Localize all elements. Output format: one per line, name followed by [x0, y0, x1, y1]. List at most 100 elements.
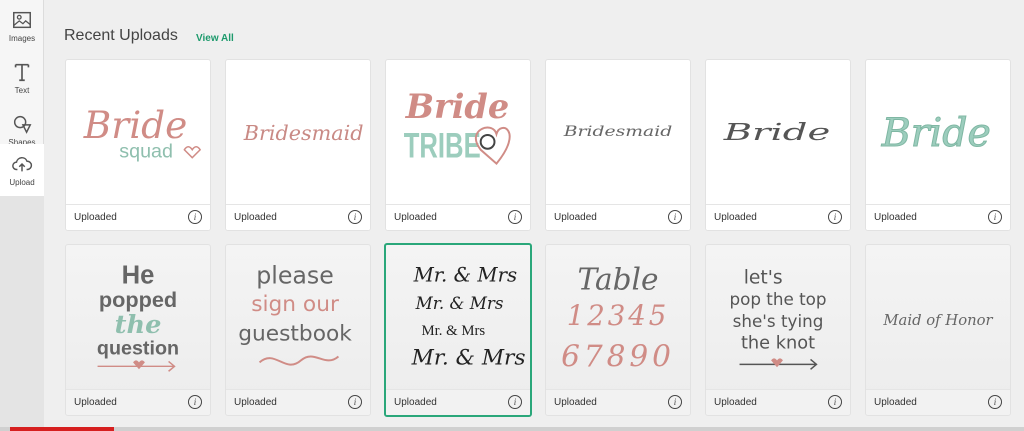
- art-text: Maid of Honor: [882, 312, 993, 329]
- status-label: Uploaded: [874, 397, 917, 408]
- upload-card[interactable]: Bride Uploaded i: [705, 59, 851, 231]
- sidebar-item-images[interactable]: Images: [0, 0, 44, 52]
- status-label: Uploaded: [714, 212, 757, 223]
- upload-thumbnail: Table 12345 67890: [546, 245, 690, 390]
- art-text: Bridesmaid: [562, 124, 672, 140]
- status-label: Uploaded: [874, 212, 917, 223]
- status-label: Uploaded: [74, 212, 117, 223]
- image-icon: [13, 11, 31, 29]
- sidebar-item-label: Images: [8, 34, 36, 43]
- status-label: Uploaded: [554, 397, 597, 408]
- info-icon[interactable]: i: [988, 395, 1002, 409]
- uploads-panel: Recent Uploads View All Bride squad Uplo…: [44, 0, 1024, 431]
- art-text: 67890: [561, 339, 675, 373]
- info-icon[interactable]: i: [188, 210, 202, 224]
- upload-card[interactable]: let's pop the top she's tying the knot U…: [705, 244, 851, 416]
- info-icon[interactable]: i: [188, 395, 202, 409]
- art-text: please: [256, 261, 334, 289]
- art-text: popped: [99, 287, 177, 312]
- upload-card[interactable]: Bride squad Uploaded i: [65, 59, 211, 231]
- art-text: TRIBE: [404, 126, 481, 166]
- art-text: she's tying: [733, 311, 824, 331]
- sidebar-item-label: Upload: [9, 178, 35, 187]
- sidebar-item-text[interactable]: Text: [0, 52, 44, 104]
- upload-thumbnail: let's pop the top she's tying the knot: [706, 245, 850, 390]
- info-icon[interactable]: i: [348, 395, 362, 409]
- upload-thumbnail: Bride: [866, 60, 1010, 205]
- info-icon[interactable]: i: [348, 210, 362, 224]
- card-footer: Uploaded i: [386, 389, 530, 415]
- progress-indicator: [10, 427, 114, 431]
- upload-card-selected[interactable]: Mr. & Mrs Mr. & Mrs Mr. & Mrs Mr. & Mrs …: [384, 243, 532, 417]
- info-icon[interactable]: i: [668, 395, 682, 409]
- card-footer: Uploaded i: [866, 204, 1010, 230]
- upload-thumbnail: Maid of Honor: [866, 245, 1010, 390]
- section-heading: Recent Uploads: [64, 27, 178, 44]
- info-icon[interactable]: i: [828, 395, 842, 409]
- card-footer: Uploaded i: [706, 389, 850, 415]
- card-footer: Uploaded i: [706, 204, 850, 230]
- card-footer: Uploaded i: [66, 204, 210, 230]
- upload-card[interactable]: Maid of Honor Uploaded i: [865, 244, 1011, 416]
- status-label: Uploaded: [394, 397, 437, 408]
- status-label: Uploaded: [74, 397, 117, 408]
- view-all-link[interactable]: View All: [196, 33, 234, 44]
- upload-card[interactable]: Bride Uploaded i: [865, 59, 1011, 231]
- art-text: Mr. & Mrs: [415, 293, 504, 313]
- upload-thumbnail: He popped the question: [66, 245, 210, 390]
- info-icon[interactable]: i: [988, 210, 1002, 224]
- art-text: Mr. & Mrs: [422, 323, 486, 339]
- art-text: Mr. & Mrs: [413, 264, 518, 287]
- art-text: the: [115, 310, 162, 340]
- info-icon[interactable]: i: [828, 210, 842, 224]
- upload-thumbnail: Bride: [706, 60, 850, 205]
- art-text: Bride: [722, 118, 830, 146]
- art-text: let's: [744, 267, 783, 288]
- art-text: the knot: [741, 334, 815, 354]
- art-text: Mr. & Mrs: [411, 345, 526, 370]
- art-text: guestbook: [238, 322, 352, 347]
- art-text: pop the top: [729, 289, 826, 309]
- info-icon[interactable]: i: [508, 395, 522, 409]
- upload-card[interactable]: Table 12345 67890 Uploaded i: [545, 244, 691, 416]
- upload-card[interactable]: He popped the question Uploaded i: [65, 244, 211, 416]
- upload-cloud-icon: [12, 156, 33, 172]
- upload-card[interactable]: please sign our guestbook Uploaded i: [225, 244, 371, 416]
- info-icon[interactable]: i: [508, 210, 522, 224]
- sidebar-item-upload[interactable]: Upload: [0, 144, 44, 196]
- art-text: Bride: [405, 87, 509, 126]
- card-footer: Uploaded i: [66, 389, 210, 415]
- art-text: Table: [578, 262, 659, 296]
- card-footer: Uploaded i: [546, 204, 690, 230]
- text-icon: [14, 63, 30, 82]
- status-label: Uploaded: [234, 212, 277, 223]
- upload-thumbnail: Bride squad: [66, 60, 210, 205]
- art-text: He: [122, 261, 155, 289]
- upload-thumbnail: Bridesmaid: [546, 60, 690, 205]
- status-label: Uploaded: [234, 397, 277, 408]
- shapes-icon: [13, 115, 32, 134]
- art-text: sign our: [251, 292, 339, 317]
- card-footer: Uploaded i: [386, 204, 530, 230]
- art-text: Bride: [881, 110, 991, 156]
- art-text: Bridesmaid: [243, 121, 364, 145]
- sidebar-item-label: Text: [14, 86, 30, 95]
- upload-card[interactable]: Bride TRIBE Uploaded i: [385, 59, 531, 231]
- upload-thumbnail: please sign our guestbook: [226, 245, 370, 390]
- upload-card[interactable]: Bridesmaid Uploaded i: [225, 59, 371, 231]
- status-label: Uploaded: [714, 397, 757, 408]
- status-label: Uploaded: [394, 212, 437, 223]
- art-text: question: [97, 337, 179, 359]
- sidebar-blank-area: [0, 196, 44, 431]
- art-text: 12345: [567, 299, 670, 332]
- left-toolbar: Images Text Shapes Upload: [0, 0, 44, 431]
- upload-thumbnail: Mr. & Mrs Mr. & Mrs Mr. & Mrs Mr. & Mrs: [386, 245, 530, 390]
- card-footer: Uploaded i: [546, 389, 690, 415]
- upload-thumbnail: Bride TRIBE: [386, 60, 530, 205]
- upload-card[interactable]: Bridesmaid Uploaded i: [545, 59, 691, 231]
- info-icon[interactable]: i: [668, 210, 682, 224]
- status-label: Uploaded: [554, 212, 597, 223]
- card-footer: Uploaded i: [866, 389, 1010, 415]
- upload-thumbnail: Bridesmaid: [226, 60, 370, 205]
- art-text: squad: [119, 141, 173, 163]
